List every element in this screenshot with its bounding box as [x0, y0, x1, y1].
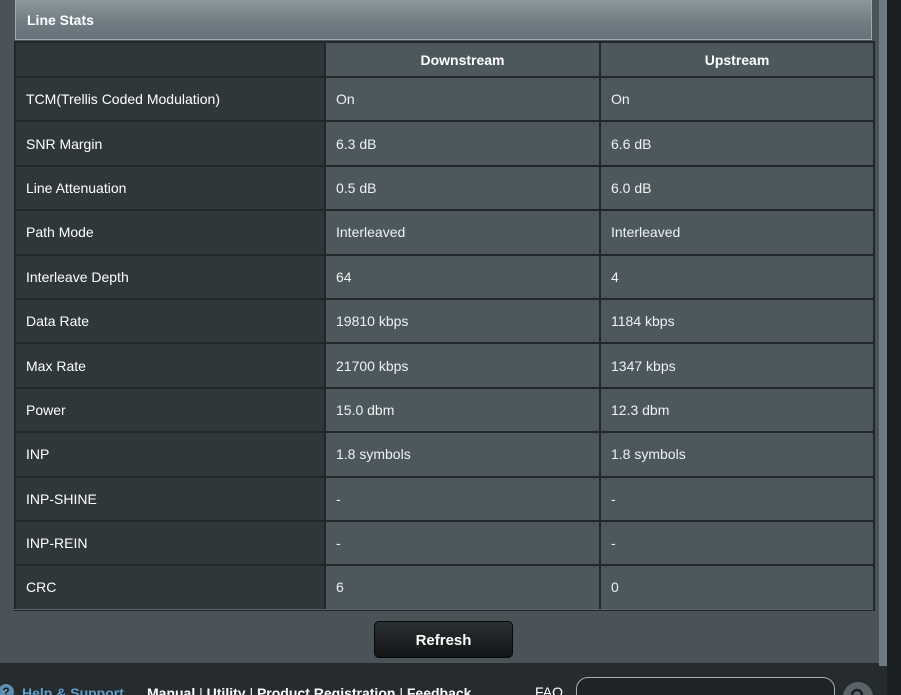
- table-row: Path Mode Interleaved Interleaved: [14, 209, 875, 256]
- window-right-edge: [887, 0, 901, 695]
- table-row: Max Rate 21700 kbps 1347 kbps: [14, 342, 875, 389]
- row-label: Max Rate: [14, 342, 326, 389]
- footer-links: Manual | Utility | Product Registration …: [147, 685, 471, 695]
- table-row: Interleave Depth 64 4: [14, 253, 875, 300]
- upstream-value: 1347 kbps: [599, 342, 875, 389]
- row-label: Data Rate: [14, 297, 326, 345]
- downstream-value: 15.0 dbm: [324, 386, 601, 434]
- downstream-value: -: [324, 519, 601, 567]
- header-downstream: Downstream: [324, 41, 601, 78]
- row-label: Power: [14, 386, 326, 434]
- router-admin-page: Line Stats Downstream Upstream TCM(Trell…: [0, 0, 901, 695]
- table-row: Line Attenuation 0.5 dB 6.0 dB: [14, 164, 875, 212]
- table-row: TCM(Trellis Coded Modulation) On On: [14, 75, 875, 123]
- line-stats-panel: Line Stats Downstream Upstream TCM(Trell…: [0, 0, 879, 663]
- table-row: INP 1.8 symbols 1.8 symbols: [14, 431, 875, 478]
- line-stats-table: Downstream Upstream TCM(Trellis Coded Mo…: [14, 41, 875, 611]
- row-label: SNR Margin: [14, 120, 326, 167]
- downstream-value: 6: [324, 564, 601, 611]
- header-corner: [14, 41, 326, 78]
- upstream-value: On: [599, 75, 875, 123]
- downstream-value: 21700 kbps: [324, 342, 601, 389]
- link-separator: |: [249, 685, 254, 695]
- help-icon: ?: [0, 684, 14, 695]
- row-label: INP-REIN: [14, 519, 326, 567]
- row-label: Line Attenuation: [14, 164, 326, 212]
- product-registration-link[interactable]: Product Registration: [257, 685, 395, 695]
- table-row: CRC 6 0: [14, 564, 875, 611]
- upstream-value: 12.3 dbm: [599, 386, 875, 434]
- row-label: INP-SHINE: [14, 475, 326, 522]
- downstream-value: 0.5 dB: [324, 164, 601, 212]
- search-icon: [850, 688, 864, 695]
- downstream-value: 6.3 dB: [324, 120, 601, 167]
- section-title: Line Stats: [15, 0, 872, 40]
- help-support-link[interactable]: Help & Support: [22, 685, 124, 695]
- downstream-value: 64: [324, 253, 601, 300]
- link-separator: |: [399, 685, 403, 695]
- downstream-value: On: [324, 75, 601, 123]
- table-row: INP-SHINE - -: [14, 475, 875, 522]
- refresh-button[interactable]: Refresh: [374, 621, 513, 658]
- link-separator: |: [199, 685, 203, 695]
- downstream-value: -: [324, 475, 601, 522]
- row-label: TCM(Trellis Coded Modulation): [14, 75, 326, 123]
- downstream-value: Interleaved: [324, 209, 601, 256]
- faq-label: FAQ: [535, 684, 564, 695]
- upstream-value: 1184 kbps: [599, 297, 875, 345]
- upstream-value: 1.8 symbols: [599, 431, 875, 478]
- manual-link[interactable]: Manual: [147, 685, 195, 695]
- row-label: CRC: [14, 564, 326, 611]
- table-row: INP-REIN - -: [14, 519, 875, 567]
- upstream-value: 0: [599, 564, 875, 611]
- upstream-value: 6.0 dB: [599, 164, 875, 212]
- upstream-value: 6.6 dB: [599, 120, 875, 167]
- action-bar: Refresh: [14, 609, 873, 663]
- downstream-value: 1.8 symbols: [324, 431, 601, 478]
- panel-right-border: [879, 0, 887, 666]
- header-upstream: Upstream: [599, 41, 875, 78]
- upstream-value: Interleaved: [599, 209, 875, 256]
- faq-search-input[interactable]: [576, 677, 835, 695]
- upstream-value: -: [599, 475, 875, 522]
- utility-link[interactable]: Utility: [207, 685, 246, 695]
- downstream-value: 19810 kbps: [324, 297, 601, 345]
- row-label: Interleave Depth: [14, 253, 326, 300]
- table-row: Data Rate 19810 kbps 1184 kbps: [14, 297, 875, 345]
- row-label: INP: [14, 431, 326, 478]
- row-label: Path Mode: [14, 209, 326, 256]
- upstream-value: -: [599, 519, 875, 567]
- footer-bar: ? Help & Support Manual | Utility | Prod…: [0, 666, 887, 695]
- feedback-link[interactable]: Feedback: [407, 685, 472, 695]
- table-row: Power 15.0 dbm 12.3 dbm: [14, 386, 875, 434]
- table-row: SNR Margin 6.3 dB 6.6 dB: [14, 120, 875, 167]
- table-header-row: Downstream Upstream: [14, 41, 875, 78]
- upstream-value: 4: [599, 253, 875, 300]
- faq-search-button[interactable]: [843, 682, 873, 695]
